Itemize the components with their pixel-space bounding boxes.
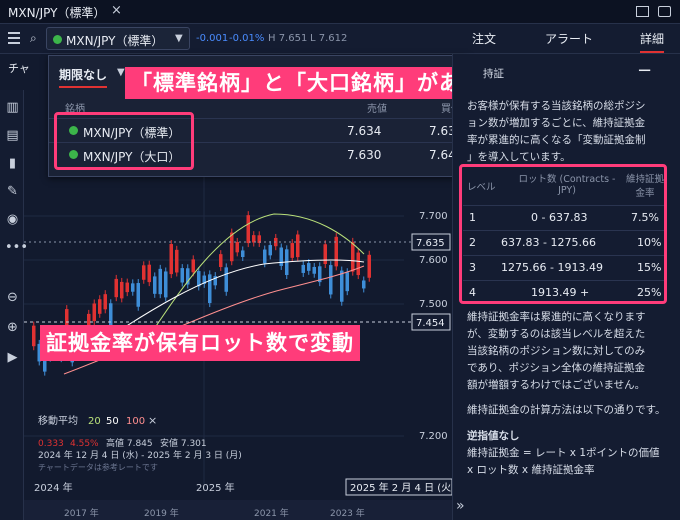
body-line: 額が増額するわけではございません。 bbox=[467, 379, 646, 391]
ma-label: 移動平均 bbox=[38, 414, 78, 427]
window-title: MXN/JPY（標準） bbox=[8, 6, 106, 20]
toolbar: ⌕ MXN/JPY（標準） ▼ -0.001 -0.01% H 7.651 L … bbox=[0, 24, 680, 54]
title-bar: MXN/JPY（標準） × bbox=[0, 0, 680, 24]
crosshair-price-tag: 7.454 bbox=[416, 318, 445, 329]
calc-note: 維持証拠金の計算方法は以下の通りです。 bbox=[467, 404, 666, 416]
details-panel: 持証 − お客様が保有する当該銘柄の総ポジシ ョン数が増加するごとに、維持証拠金… bbox=[452, 54, 680, 520]
tab-order[interactable]: 注文 bbox=[472, 30, 496, 47]
body-line: が、変動するのは該当レベルを超えた bbox=[467, 328, 646, 340]
popout-icon[interactable] bbox=[636, 6, 649, 17]
zoom-out-icon[interactable]: ⊖ bbox=[5, 290, 20, 305]
pencil-icon[interactable]: ✎ bbox=[5, 184, 20, 199]
stop-title: 逆指値なし bbox=[467, 430, 520, 442]
left-toolbar: ▥ ▤ ▮ ✎ ◉ ••• ⊖ ⊕ ▶ bbox=[0, 90, 28, 520]
date-range: 2024 年 12 月 4 日 (水) - 2025 年 2 月 3 日 (月) bbox=[38, 449, 242, 461]
chart-note: チャートデータは参考レートです bbox=[38, 462, 158, 472]
menu-icon[interactable] bbox=[8, 32, 20, 47]
formula-line: x ロット数 x 維持証拠金率 bbox=[467, 464, 595, 476]
symbol-row-bid: 7.634 bbox=[347, 124, 382, 138]
status-dot-icon bbox=[53, 35, 62, 44]
search-icon[interactable]: ⌕ bbox=[30, 31, 37, 46]
navigator-year: 2017 年 bbox=[64, 507, 99, 519]
intro-line: お客様が保有する当該銘柄の総ポジシ bbox=[467, 100, 646, 112]
intro-line: ョン数が増加するごとに、維持証拠金 bbox=[467, 117, 646, 129]
navigator-year: 2021 年 bbox=[254, 507, 289, 519]
navigator-year: 2023 年 bbox=[330, 507, 365, 519]
high-value: H 7.651 bbox=[268, 33, 308, 44]
period-selector[interactable]: 期限なし bbox=[59, 66, 108, 88]
symbol-row-bid: 7.630 bbox=[347, 148, 382, 162]
price-tick: 7.200 bbox=[419, 431, 448, 442]
symbol-selector[interactable]: MXN/JPY（標準） ▼ bbox=[46, 27, 190, 50]
cursor-date: 2025 年 2 月 4 日 (火) bbox=[350, 481, 452, 494]
x-label: 2025 年 bbox=[196, 481, 235, 494]
layout-icon[interactable]: ▥ bbox=[5, 100, 20, 115]
banner-top: 「標準銘柄」と「大口銘柄」がある bbox=[125, 67, 489, 99]
ma-100[interactable]: 100 bbox=[126, 416, 145, 427]
period-low: 安値 7.301 bbox=[160, 437, 207, 449]
change-percent: -0.01% bbox=[229, 33, 265, 44]
period-change-pct: 4.55% bbox=[70, 439, 99, 449]
body-line: 維持証拠金率は累進的に高くなります bbox=[467, 311, 646, 323]
close-icon[interactable]: × bbox=[148, 414, 157, 427]
ma-50[interactable]: 50 bbox=[106, 416, 119, 427]
symbol-name: MXN/JPY（標準） bbox=[66, 34, 164, 48]
more-icon[interactable]: ••• bbox=[5, 240, 28, 255]
col-header-bid: 売値 bbox=[367, 104, 387, 115]
price-tick: 7.600 bbox=[419, 255, 448, 266]
eye-icon[interactable]: ◉ bbox=[5, 212, 20, 227]
chevron-down-icon[interactable]: ▼ bbox=[117, 67, 125, 78]
play-icon[interactable]: ▶ bbox=[5, 350, 20, 365]
period-high: 高値 7.845 bbox=[106, 437, 153, 449]
zoom-in-icon[interactable]: ⊕ bbox=[5, 320, 20, 335]
bar-chart-icon[interactable]: ▮ bbox=[5, 156, 20, 171]
close-tab-icon[interactable]: × bbox=[111, 3, 122, 18]
copy-icon[interactable]: ▤ bbox=[5, 128, 20, 143]
x-label: 2024 年 bbox=[34, 481, 73, 494]
highlight-box-table bbox=[459, 164, 667, 304]
current-price-tag: 7.635 bbox=[416, 238, 445, 249]
body-line: 当該銘柄のポジション数に対してのみ bbox=[467, 345, 646, 357]
collapse-icon[interactable]: − bbox=[637, 60, 652, 81]
formula-line: 維持証拠金 = レート x 1ポイントの価値 bbox=[467, 447, 660, 459]
body-line: であり、ポジション全体の維持証拠金 bbox=[467, 362, 645, 374]
expand-icon[interactable]: » bbox=[456, 498, 465, 514]
tab-details[interactable]: 詳細 bbox=[640, 30, 665, 53]
navigator-year: 2019 年 bbox=[144, 507, 179, 519]
price-tick: 7.700 bbox=[419, 211, 448, 222]
chevron-down-icon: ▼ bbox=[175, 33, 183, 44]
highlight-box-symbols bbox=[54, 112, 194, 170]
period-change: 0.333 bbox=[38, 439, 64, 449]
intro-line: 率が累進的に高くなる「変動証拠金制 bbox=[467, 134, 646, 146]
change-value: -0.001 bbox=[196, 33, 229, 44]
banner-bottom: 証拠金率が保有ロット数で変動 bbox=[40, 325, 360, 361]
tab-alert[interactable]: アラート bbox=[545, 30, 593, 47]
maximize-icon[interactable] bbox=[658, 6, 671, 17]
price-tick: 7.500 bbox=[419, 299, 448, 310]
ma-20[interactable]: 20 bbox=[88, 416, 101, 427]
low-value: L 7.612 bbox=[310, 33, 348, 44]
